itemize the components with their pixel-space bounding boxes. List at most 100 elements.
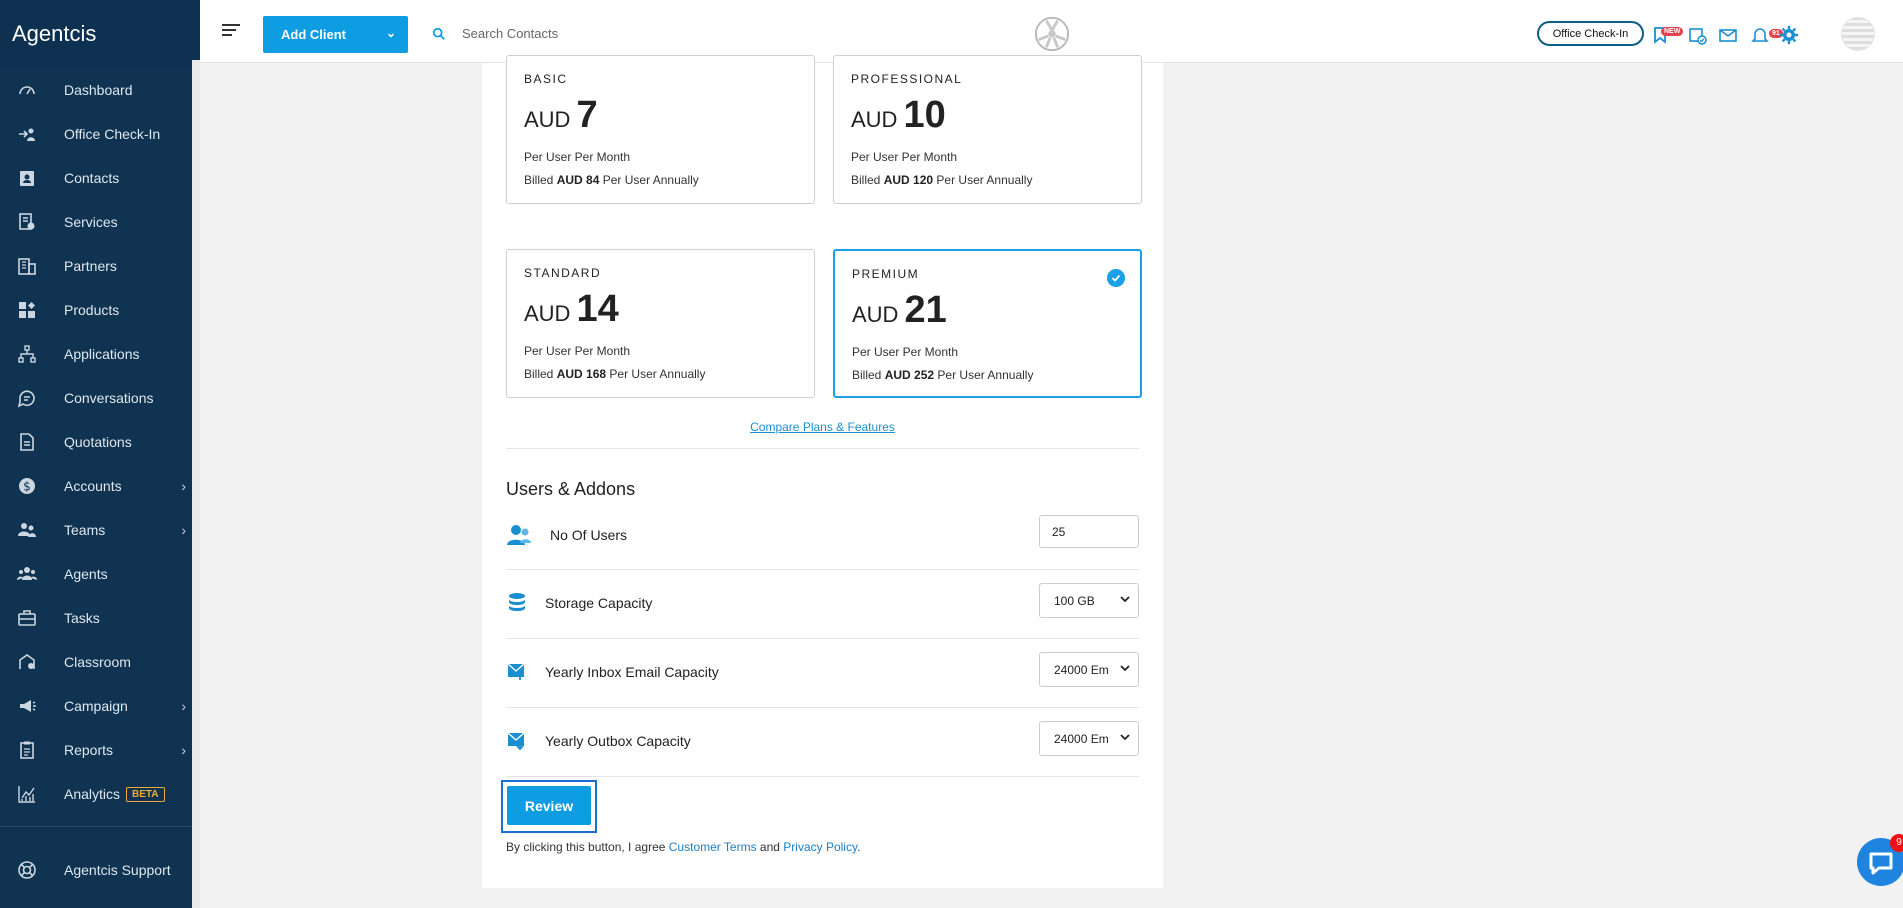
sidebar-item-label: Agentcis Support [64, 862, 171, 878]
sidebar-item-label: Teams [64, 522, 106, 538]
analytics-icon [16, 783, 38, 805]
new-badge: NEW [1661, 27, 1684, 36]
sidebar-item-label: Applications [64, 346, 140, 362]
sidebar-item-label: Classroom [64, 654, 131, 670]
sidebar-item-label: Reports [64, 742, 114, 758]
sidebar: Agentcis Dashboard Office Check-In Contact… [0, 0, 200, 908]
plan-billed: Billed AUD 120 Per User Annually [851, 173, 1033, 187]
plan-billed: Billed AUD 168 Per User Annually [524, 367, 706, 381]
sidebar-item-contacts[interactable]: Contacts [0, 156, 200, 200]
conversations-icon [16, 387, 38, 409]
app-logo[interactable]: Agentcis [0, 0, 200, 68]
partners-icon [16, 255, 38, 277]
sidebar-item-label: Campaign [64, 698, 128, 714]
users-count-input[interactable] [1039, 515, 1139, 548]
office-checkin-button[interactable]: Office Check-In [1537, 21, 1644, 46]
storage-select[interactable]: 100 GB [1039, 583, 1139, 618]
inbox-mail-icon [507, 663, 525, 680]
menu-toggle-icon[interactable] [222, 24, 240, 39]
selected-check-icon [1107, 269, 1125, 287]
divider [506, 638, 1139, 639]
teams-icon [16, 519, 38, 541]
sidebar-item-label: Quotations [64, 434, 132, 450]
sidebar-item-quotations[interactable]: Quotations [0, 420, 200, 464]
sidebar-item-conversations[interactable]: Conversations [0, 376, 200, 420]
plan-card-professional[interactable]: PROFESSIONAL AUD 10 Per User Per Month Bi… [833, 55, 1142, 204]
sidebar-item-teams[interactable]: Teams › [0, 508, 200, 552]
users-label: No Of Users [550, 527, 628, 543]
sidebar-item-label: Office Check-In [64, 126, 161, 142]
sidebar-item-applications[interactable]: Applications [0, 332, 200, 376]
plan-per: Per User Per Month [524, 344, 631, 358]
users-icon [507, 525, 531, 545]
customer-terms-link[interactable]: Customer Terms [669, 840, 757, 854]
sidebar-item-label: Conversations [64, 390, 154, 406]
services-icon [16, 211, 38, 233]
outbox-label: Yearly Outbox Capacity [545, 733, 691, 749]
compare-plans-link[interactable]: Compare Plans & Features [750, 420, 895, 434]
terms-text: By clicking this button, I agree Custome… [506, 840, 861, 854]
addon-row-outbox: Yearly Outbox Capacity 24000 Em [506, 721, 1139, 781]
search-input[interactable] [462, 20, 762, 46]
plan-billed: Billed AUD 84 Per User Annually [524, 173, 699, 187]
chevron-right-icon[interactable]: › [181, 698, 186, 714]
mail-icon[interactable] [1718, 25, 1738, 45]
sidebar-item-label: Tasks [64, 610, 100, 626]
outbox-mail-icon [507, 732, 525, 751]
inbox-capacity-select[interactable]: 24000 Em [1039, 652, 1139, 687]
compare-plans: Compare Plans & Features [482, 420, 1163, 434]
inbox-label: Yearly Inbox Email Capacity [545, 664, 719, 680]
plan-currency: AUD [851, 107, 898, 132]
sidebar-item-classroom[interactable]: Classroom [0, 640, 200, 684]
inbox-value: 24000 Em [1054, 662, 1109, 677]
sidebar-item-label: Partners [64, 258, 117, 274]
sidebar-item-label: Contacts [64, 170, 120, 186]
gear-icon[interactable] [1779, 25, 1799, 45]
checkin-icon [16, 123, 38, 145]
plan-card-basic[interactable]: BASIC AUD 7 Per User Per Month Billed AUD… [506, 55, 815, 204]
sidebar-item-accounts[interactable]: $ Accounts › [0, 464, 200, 508]
plan-card-premium[interactable]: PREMIUM AUD 21 Per User Per Month Billed … [833, 249, 1142, 398]
sidebar-item-dashboard[interactable]: Dashboard [0, 68, 200, 112]
chevron-right-icon[interactable]: › [181, 522, 186, 538]
outbox-capacity-select[interactable]: 24000 Em [1039, 721, 1139, 756]
plan-card-standard[interactable]: STANDARD AUD 14 Per User Per Month Billed… [506, 249, 815, 398]
lifebuoy-icon [16, 859, 38, 881]
sidebar-item-partners[interactable]: Partners [0, 244, 200, 288]
subscription-panel: BASIC AUD 7 Per User Per Month Billed AUD… [482, 55, 1163, 888]
avatar[interactable] [1841, 17, 1875, 51]
sidebar-item-services[interactable]: Services [0, 200, 200, 244]
plan-billed: Billed AUD 252 Per User Annually [852, 368, 1034, 382]
chat-unread-badge: 9 [1890, 834, 1903, 852]
sidebar-item-office-check-in[interactable]: Office Check-In [0, 112, 200, 156]
contacts-icon [16, 167, 38, 189]
sidebar-item-analytics[interactable]: Analytics BETA [0, 772, 200, 816]
chevron-down-icon [1120, 734, 1130, 741]
sidebar-item-agentcis-support[interactable]: Agentcis Support [0, 848, 171, 892]
review-button[interactable]: Review [507, 786, 591, 825]
storage-label: Storage Capacity [545, 595, 653, 611]
addons-title: Users & Addons [506, 479, 636, 499]
add-client-button[interactable]: Add Client ⌄ [263, 16, 408, 53]
sidebar-scrollbar[interactable] [192, 60, 200, 908]
bell-icon[interactable] [1750, 25, 1770, 45]
chevron-right-icon[interactable]: › [181, 742, 186, 758]
tasks-icon [16, 607, 38, 629]
svg-text:$: $ [23, 480, 31, 494]
sidebar-item-agents[interactable]: Agents [0, 552, 200, 596]
sidebar-item-products[interactable]: Products [0, 288, 200, 332]
plan-name: PROFESSIONAL [851, 72, 963, 86]
chevron-down-icon[interactable]: ⌄ [386, 26, 396, 40]
privacy-policy-link[interactable]: Privacy Policy [783, 840, 857, 854]
plan-name: STANDARD [524, 266, 602, 280]
divider [506, 569, 1139, 570]
sidebar-item-reports[interactable]: Reports › [0, 728, 200, 772]
sidebar-item-tasks[interactable]: Tasks [0, 596, 200, 640]
sidebar-divider [0, 826, 192, 827]
search-icon[interactable] [432, 27, 446, 41]
chevron-right-icon[interactable]: › [181, 478, 186, 494]
calendar-check-icon[interactable] [1687, 25, 1707, 45]
outbox-value: 24000 Em [1054, 731, 1109, 746]
reports-icon [16, 739, 38, 761]
sidebar-item-campaign[interactable]: Campaign › [0, 684, 200, 728]
